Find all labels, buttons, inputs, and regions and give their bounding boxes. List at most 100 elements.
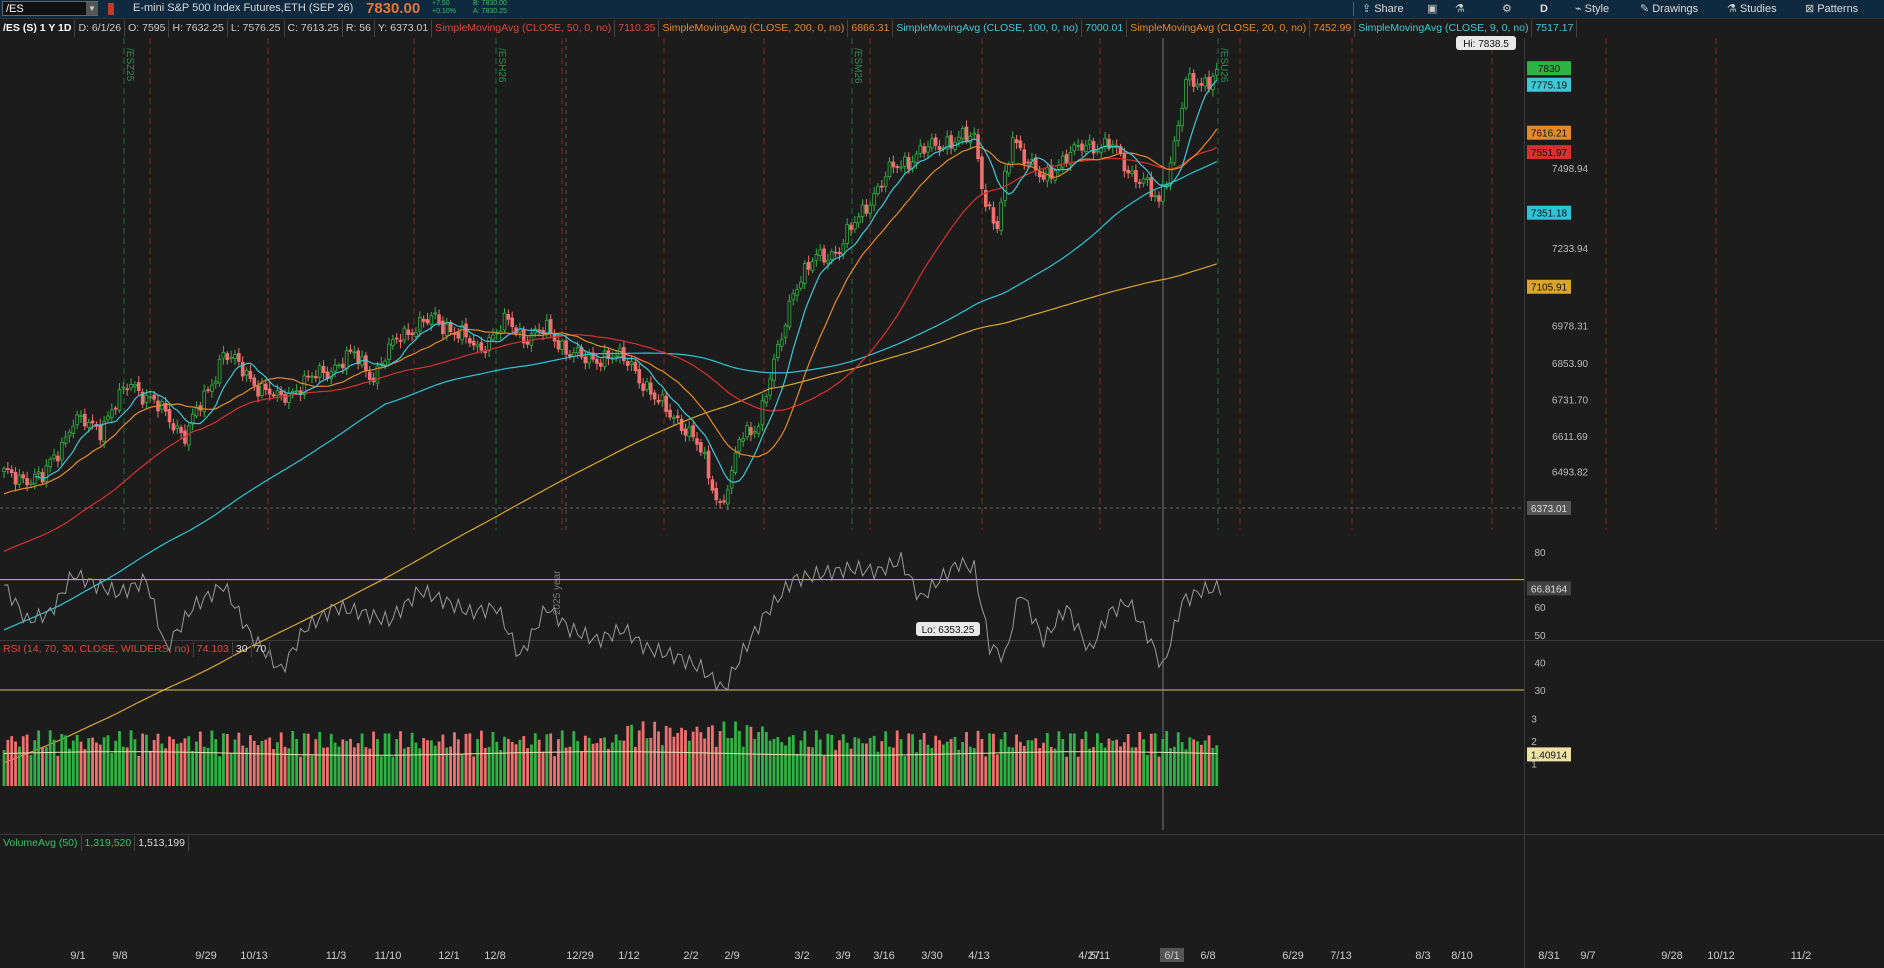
candle-body — [729, 470, 734, 489]
volume-bar — [429, 740, 433, 786]
volume-bar — [1069, 733, 1072, 786]
volume-bar — [784, 745, 787, 786]
candle-body — [52, 454, 56, 460]
candle-body — [217, 358, 222, 384]
candle-body — [433, 312, 437, 315]
rsi-label[interactable]: RSI (14, 70, 30, CLOSE, WILDERS, no) — [0, 642, 194, 657]
volume-bar — [1149, 733, 1153, 786]
candle-body — [1026, 161, 1030, 164]
volume-bar — [568, 746, 572, 786]
price-label: 6373.01 — [1531, 504, 1568, 515]
rsi-hi: 70 — [252, 642, 271, 657]
time-tick: 8/31 — [1538, 950, 1559, 962]
candle-body — [1168, 162, 1173, 185]
volume-bar — [114, 740, 118, 786]
candle-body — [506, 314, 511, 320]
volume-bar — [1038, 748, 1042, 786]
rsi-line — [3, 552, 1222, 692]
candle-body — [110, 409, 114, 419]
candle-body — [752, 431, 757, 434]
volume-bar — [225, 734, 229, 786]
candle-body — [833, 251, 838, 254]
candle-body — [29, 482, 33, 485]
candle-body — [468, 338, 472, 344]
volume-bar — [1042, 742, 1045, 786]
candle-body — [90, 420, 95, 424]
volume-bar — [106, 735, 110, 786]
candle-body — [933, 137, 938, 146]
volume-bar — [326, 747, 329, 786]
candle-body — [1095, 150, 1100, 153]
volume-bar — [788, 736, 791, 786]
candle-body — [267, 388, 272, 395]
volume-bar — [691, 731, 695, 786]
candle-body — [699, 442, 703, 453]
candle-body — [1157, 195, 1161, 202]
volume-bar — [637, 730, 641, 786]
candle-body — [837, 251, 842, 255]
volume-bar — [961, 741, 965, 786]
candle-body — [225, 353, 230, 361]
candle-body — [1053, 170, 1057, 181]
volume-bar — [449, 746, 452, 786]
candle-body — [679, 418, 684, 431]
candle-body — [899, 166, 903, 169]
candle-body — [260, 383, 264, 396]
candle-body — [810, 261, 815, 271]
volume-bar — [222, 733, 225, 786]
candle-body — [883, 176, 888, 187]
volume-bar — [518, 739, 522, 786]
candle-body — [444, 323, 449, 336]
candle-body — [121, 386, 126, 389]
volume-bar — [352, 747, 356, 786]
candle-body — [776, 344, 780, 358]
volume-bar — [849, 748, 853, 786]
candle-body — [1103, 137, 1107, 147]
candle-body — [252, 377, 257, 386]
volume-bar — [18, 746, 21, 786]
candle-body — [483, 351, 488, 354]
volume-bar — [995, 754, 999, 786]
candle-body — [745, 425, 749, 438]
candle-body — [1141, 178, 1146, 184]
volume-bar — [737, 730, 741, 786]
volume-bar — [838, 740, 841, 786]
volume-bar — [356, 743, 360, 786]
volume-bar — [480, 730, 483, 786]
volume-bar — [653, 721, 657, 786]
volume-bar — [1092, 747, 1095, 786]
volume-bar — [437, 741, 441, 786]
volume-bar — [249, 735, 252, 786]
volume-bar — [364, 747, 368, 786]
candle-body — [310, 375, 314, 378]
price-chart[interactable]: /ESZ25/ESH26/ESM26/ESU262025 yearHi: 783… — [0, 0, 1884, 968]
volume-bar — [1030, 740, 1034, 786]
volume-bar — [595, 743, 599, 786]
volume-bar — [888, 746, 891, 786]
volume-bar — [260, 740, 264, 786]
volume-bar — [641, 721, 645, 786]
candle-body — [106, 415, 110, 421]
candle-body — [768, 378, 772, 396]
volume-bar — [1119, 746, 1122, 786]
volume-bar — [306, 733, 310, 786]
candle-body — [471, 340, 476, 346]
candle-body — [294, 390, 299, 393]
candle-body — [402, 327, 407, 341]
candle-body — [675, 415, 680, 419]
volume-bar — [98, 744, 102, 786]
volume-bar — [1153, 733, 1157, 786]
rsi-tick: 30 — [1534, 686, 1546, 697]
volume-bar — [499, 750, 503, 786]
candle-body — [687, 426, 692, 438]
volume-bar — [1084, 731, 1088, 786]
volume-bar — [514, 744, 518, 786]
volavg-label[interactable]: VolumeAvg (50) — [0, 836, 82, 851]
time-tick: 6/1 — [1164, 950, 1179, 962]
candle-body — [171, 423, 176, 431]
volume-bar — [699, 732, 703, 786]
volume-bar — [845, 742, 849, 786]
candle-body — [287, 392, 291, 403]
candle-body — [398, 339, 403, 343]
price-tick: 6611.69 — [1552, 432, 1588, 443]
